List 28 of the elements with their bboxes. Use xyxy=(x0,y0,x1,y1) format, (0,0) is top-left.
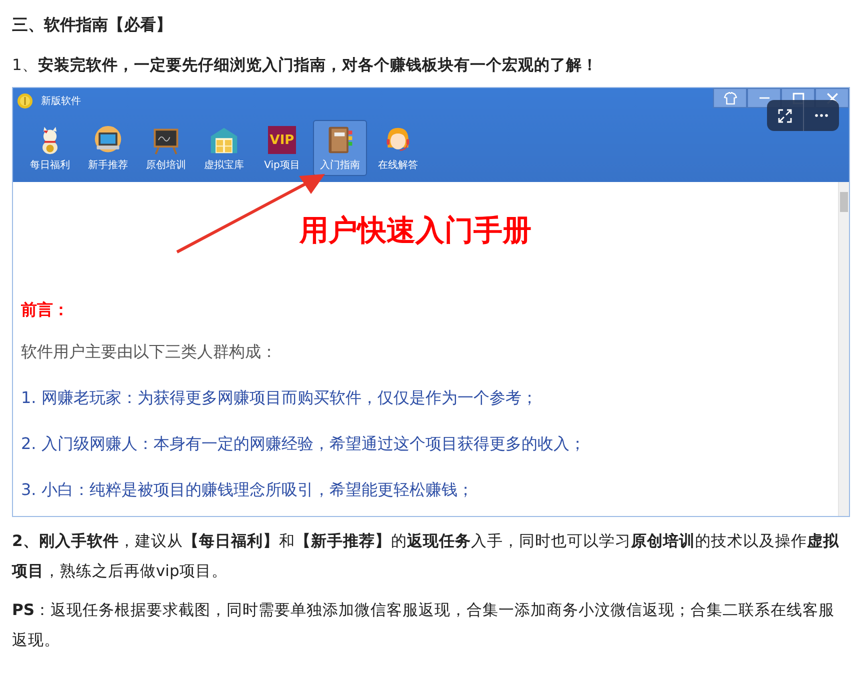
manual-title: 用户快速入门手册 xyxy=(300,212,532,249)
laptop-icon xyxy=(93,125,123,155)
audience-item: 1. 网赚老玩家：为获得更多网赚项目而购买软件，仅仅是作为一个参考； xyxy=(21,387,538,409)
audience-item: 3. 小白：纯粹是被项目的赚钱理念所吸引，希望能更轻松赚钱； xyxy=(21,479,474,501)
paragraph: PS：返现任务根据要求截图，同时需要单独添加微信客服返现，合集一添加商务小汶微信返现；合集二联系在线客服返现。 xyxy=(12,600,836,651)
intro-text: 软件用户主要由以下三类人群构成： xyxy=(21,341,278,363)
warehouse-icon xyxy=(209,125,239,155)
section-heading: 三、软件指南【必看】 xyxy=(12,14,173,36)
toolbar-button[interactable]: 在线解答 xyxy=(371,120,425,176)
toolbar-button[interactable]: 每日福利 xyxy=(23,120,77,176)
toolbar-button[interactable]: 新手推荐 xyxy=(81,120,135,176)
paragraph: 2、刚入手软件，建议从【每日福利】和【新手推荐】的返现任务入手，同时也可以学习原创培训的技术以及操作虚拟项目，熟练之后再做vip项目。 xyxy=(12,531,840,582)
toolbar-button[interactable]: 虚拟宝库 xyxy=(197,120,251,176)
shirt-icon xyxy=(724,92,736,104)
minimize-icon xyxy=(758,97,770,99)
toolbar-button[interactable]: VIP Vip项目 xyxy=(255,120,309,176)
preface-label: 前言： xyxy=(21,299,70,321)
skin-button[interactable] xyxy=(713,88,747,108)
vip-icon: VIP xyxy=(268,126,296,154)
toolbar-button[interactable]: 原创培训 xyxy=(139,120,193,176)
toolbar-button[interactable]: 入门指南 xyxy=(313,120,367,176)
window-title: 新版软件 xyxy=(41,94,81,108)
scrollbar[interactable] xyxy=(838,182,849,516)
expand-icon xyxy=(776,108,793,124)
step-text: 1、安装完软件，一定要先仔细浏览入门指南，对各个赚钱板块有一个宏观的了解！ xyxy=(12,55,599,76)
audience-item: 2. 入门级网赚人：本身有一定的网赚经验，希望通过这个项目获得更多的收入； xyxy=(21,433,586,455)
more-icon xyxy=(814,114,828,117)
coin-icon xyxy=(17,93,33,109)
